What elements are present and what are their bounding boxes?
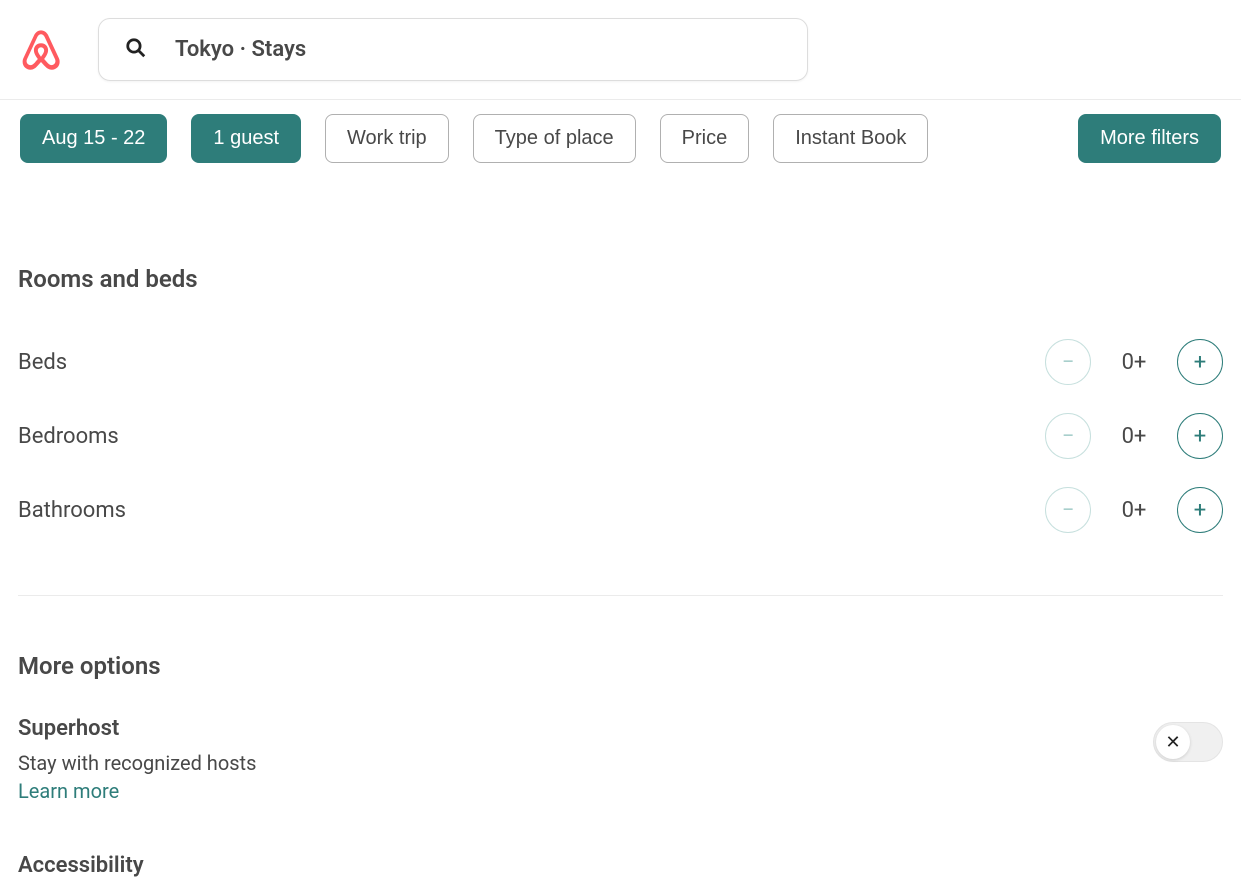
plus-icon: + (1194, 498, 1206, 523)
filter-row: Aug 15 - 22 1 guest Work trip Type of pl… (0, 100, 1241, 177)
plus-icon: + (1194, 424, 1206, 449)
minus-icon: − (1062, 498, 1075, 523)
plus-icon: + (1194, 350, 1206, 375)
counter-value: 0+ (1119, 350, 1149, 375)
header: Tokyo · Stays (0, 0, 1241, 100)
search-icon (125, 37, 147, 63)
minus-icon: − (1062, 424, 1075, 449)
filter-price[interactable]: Price (660, 114, 750, 163)
toggle-knob: ✕ (1156, 725, 1190, 759)
section-divider (18, 595, 1223, 596)
counter-label: Bedrooms (18, 424, 119, 449)
superhost-learn-more-link[interactable]: Learn more (18, 779, 119, 803)
superhost-toggle[interactable]: ✕ (1153, 722, 1223, 762)
superhost-text: Superhost Stay with recognized hosts Lea… (18, 716, 256, 803)
accessibility-title: Accessibility (18, 853, 1223, 878)
x-icon: ✕ (1165, 732, 1180, 753)
counter-row-beds: Beds − 0+ + (18, 325, 1223, 399)
counter-row-bathrooms: Bathrooms − 0+ + (18, 473, 1223, 547)
decrease-beds-button[interactable]: − (1045, 339, 1091, 385)
counter-value: 0+ (1119, 424, 1149, 449)
search-text: Tokyo · Stays (175, 37, 306, 62)
minus-icon: − (1062, 350, 1075, 375)
rooms-and-beds-title: Rooms and beds (18, 265, 1223, 293)
counter-controls: − 0+ + (1045, 413, 1223, 459)
counter-controls: − 0+ + (1045, 487, 1223, 533)
filter-type-of-place[interactable]: Type of place (473, 114, 636, 163)
decrease-bedrooms-button[interactable]: − (1045, 413, 1091, 459)
content: Rooms and beds Beds − 0+ + Bedrooms − 0+… (0, 265, 1241, 878)
filter-instant-book[interactable]: Instant Book (773, 114, 928, 163)
counter-value: 0+ (1119, 498, 1149, 523)
filter-work-trip[interactable]: Work trip (325, 114, 449, 163)
airbnb-logo-icon (20, 27, 62, 73)
decrease-bathrooms-button[interactable]: − (1045, 487, 1091, 533)
search-bar[interactable]: Tokyo · Stays (98, 18, 808, 81)
increase-bedrooms-button[interactable]: + (1177, 413, 1223, 459)
superhost-title: Superhost (18, 716, 256, 741)
filter-dates[interactable]: Aug 15 - 22 (20, 114, 167, 163)
counter-label: Bathrooms (18, 498, 126, 523)
filter-guests[interactable]: 1 guest (191, 114, 301, 163)
increase-bathrooms-button[interactable]: + (1177, 487, 1223, 533)
counter-label: Beds (18, 350, 67, 375)
counter-row-bedrooms: Bedrooms − 0+ + (18, 399, 1223, 473)
airbnb-logo[interactable] (20, 27, 62, 73)
increase-beds-button[interactable]: + (1177, 339, 1223, 385)
superhost-desc: Stay with recognized hosts (18, 751, 256, 775)
filter-more-filters[interactable]: More filters (1078, 114, 1221, 163)
more-options-title: More options (18, 652, 1223, 680)
superhost-option: Superhost Stay with recognized hosts Lea… (18, 716, 1223, 803)
counter-controls: − 0+ + (1045, 339, 1223, 385)
